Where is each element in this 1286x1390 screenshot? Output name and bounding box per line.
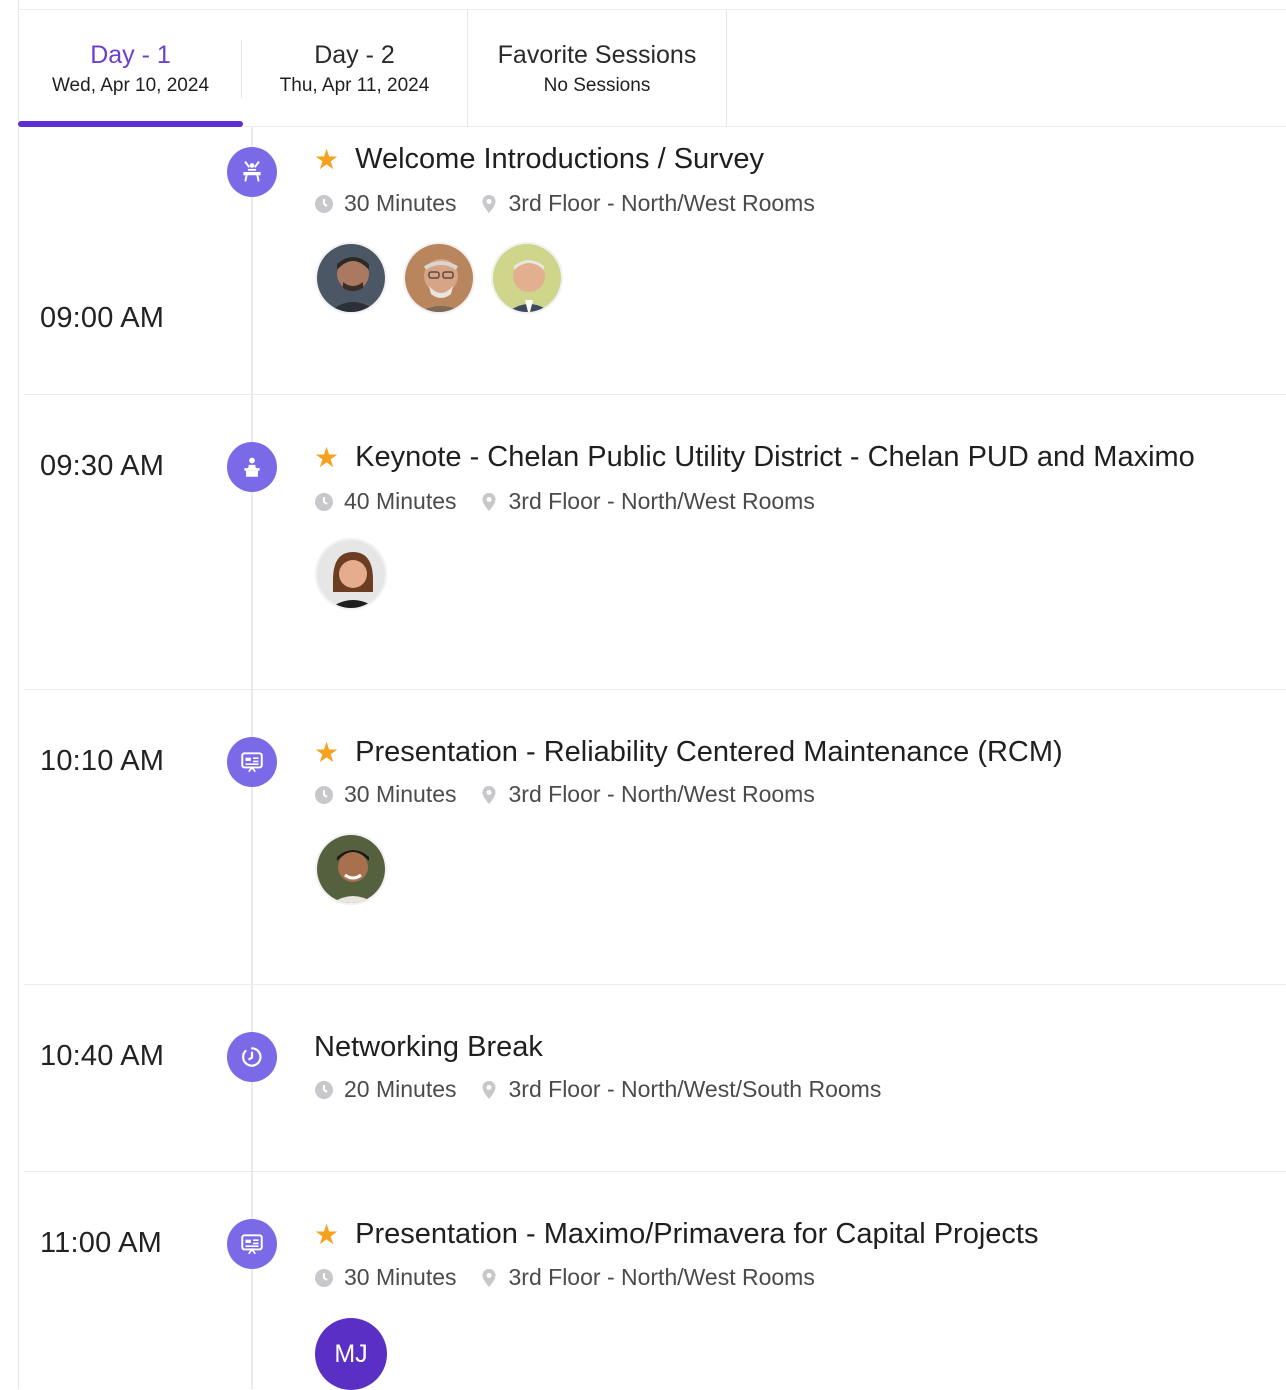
tab-title: Favorite Sessions (497, 40, 697, 69)
session-location: 3rd Floor - North/West Rooms (508, 781, 815, 807)
clock-icon (314, 194, 334, 214)
favorite-star-icon[interactable]: ★ (314, 143, 339, 176)
break-clock-icon (227, 1032, 277, 1082)
session-duration: 30 Minutes (344, 1264, 457, 1290)
session-duration: 30 Minutes (344, 781, 457, 807)
presentation-icon (227, 737, 277, 787)
session-time: 11:00 AM (40, 1227, 162, 1259)
location-pin-icon (479, 492, 499, 512)
tab-date: Wed, Apr 10, 2024 (51, 74, 210, 96)
speaker-avatar-initials[interactable]: MJ (315, 1318, 387, 1390)
session-time: 10:40 AM (40, 1040, 165, 1072)
session-location: 3rd Floor - North/West Rooms (508, 1264, 815, 1290)
session-duration: 30 Minutes (344, 190, 457, 216)
session-title-text: Presentation - Reliability Centered Main… (355, 736, 1063, 768)
session-row[interactable]: 09:00 AM ★ Welcome Introductions / Surve… (24, 127, 1286, 395)
clock-icon (314, 785, 334, 805)
location-pin-icon (479, 1080, 499, 1100)
session-meta: 30 Minutes 3rd Floor - North/West Rooms (314, 1264, 815, 1291)
session-location: 3rd Floor - North/West Rooms (508, 488, 815, 514)
speaker-avatar[interactable] (403, 242, 475, 314)
session-row[interactable]: 10:10 AM ★ Presentation - Reliability Ce… (24, 690, 1286, 985)
favorite-star-icon[interactable]: ★ (314, 1218, 339, 1251)
session-meta: 30 Minutes 3rd Floor - North/West Rooms (314, 781, 815, 808)
session-location: 3rd Floor - North/West/South Rooms (508, 1076, 882, 1102)
location-pin-icon (479, 785, 499, 805)
session-duration: 20 Minutes (344, 1076, 457, 1102)
presentation-icon (227, 1219, 277, 1269)
tab-day-2[interactable]: Day - 2 Thu, Apr 11, 2024 (242, 10, 467, 127)
session-time: 09:30 AM (40, 450, 165, 482)
speaker-list (315, 538, 403, 610)
day-tabs: Day - 1 Wed, Apr 10, 2024 Day - 2 Thu, A… (18, 10, 1286, 127)
session-title-text: Networking Break (314, 1031, 543, 1063)
speaker-avatar[interactable] (315, 538, 387, 610)
session-title[interactable]: Networking Break (314, 1031, 543, 1064)
speaker-list: MJ (315, 1318, 403, 1390)
session-title[interactable]: ★ Presentation - Reliability Centered Ma… (314, 736, 1063, 769)
session-row[interactable]: 09:30 AM ★ Keynote - Chelan Public Utili… (24, 395, 1286, 690)
tab-divider (726, 10, 727, 127)
favorite-star-icon[interactable]: ★ (314, 441, 339, 474)
location-pin-icon (479, 1268, 499, 1288)
clock-icon (314, 492, 334, 512)
session-row[interactable]: 10:40 AM Networking Break 20 Minutes 3rd… (24, 985, 1286, 1172)
session-time: 10:10 AM (40, 745, 165, 777)
tab-day-1[interactable]: Day - 1 Wed, Apr 10, 2024 (18, 10, 243, 127)
keynote-speaker-icon (227, 442, 277, 492)
session-title-text: Keynote - Chelan Public Utility District… (355, 441, 1195, 473)
session-location: 3rd Floor - North/West Rooms (508, 190, 815, 216)
podium-speaker-icon (227, 147, 277, 197)
session-row[interactable]: 11:00 AM ★ Presentation - Maximo/Primave… (24, 1172, 1286, 1390)
tab-favorite-sessions[interactable]: Favorite Sessions No Sessions (468, 10, 726, 127)
session-title-text: Welcome Introductions / Survey (355, 143, 764, 175)
tab-title: Day - 1 (90, 40, 171, 69)
speaker-avatar[interactable] (315, 242, 387, 314)
location-pin-icon (479, 194, 499, 214)
session-title-text: Presentation - Maximo/Primavera for Capi… (355, 1218, 1039, 1250)
session-meta: 30 Minutes 3rd Floor - North/West Rooms (314, 190, 815, 217)
tab-date: Thu, Apr 11, 2024 (279, 74, 430, 96)
session-title[interactable]: ★ Presentation - Maximo/Primavera for Ca… (314, 1218, 1038, 1251)
session-title[interactable]: ★ Keynote - Chelan Public Utility Distri… (314, 441, 1195, 474)
session-meta: 20 Minutes 3rd Floor - North/West/South … (314, 1076, 881, 1103)
speaker-list (315, 242, 579, 314)
tab-title: Day - 2 (314, 40, 395, 69)
speaker-list (315, 833, 403, 905)
clock-icon (314, 1080, 334, 1100)
session-title[interactable]: ★ Welcome Introductions / Survey (314, 143, 764, 176)
clock-icon (314, 1268, 334, 1288)
session-meta: 40 Minutes 3rd Floor - North/West Rooms (314, 488, 815, 515)
tab-subtitle: No Sessions (543, 74, 651, 96)
session-time: 09:00 AM (40, 302, 165, 334)
speaker-avatar[interactable] (315, 833, 387, 905)
session-duration: 40 Minutes (344, 488, 457, 514)
speaker-avatar[interactable] (491, 242, 563, 314)
favorite-star-icon[interactable]: ★ (314, 736, 339, 769)
